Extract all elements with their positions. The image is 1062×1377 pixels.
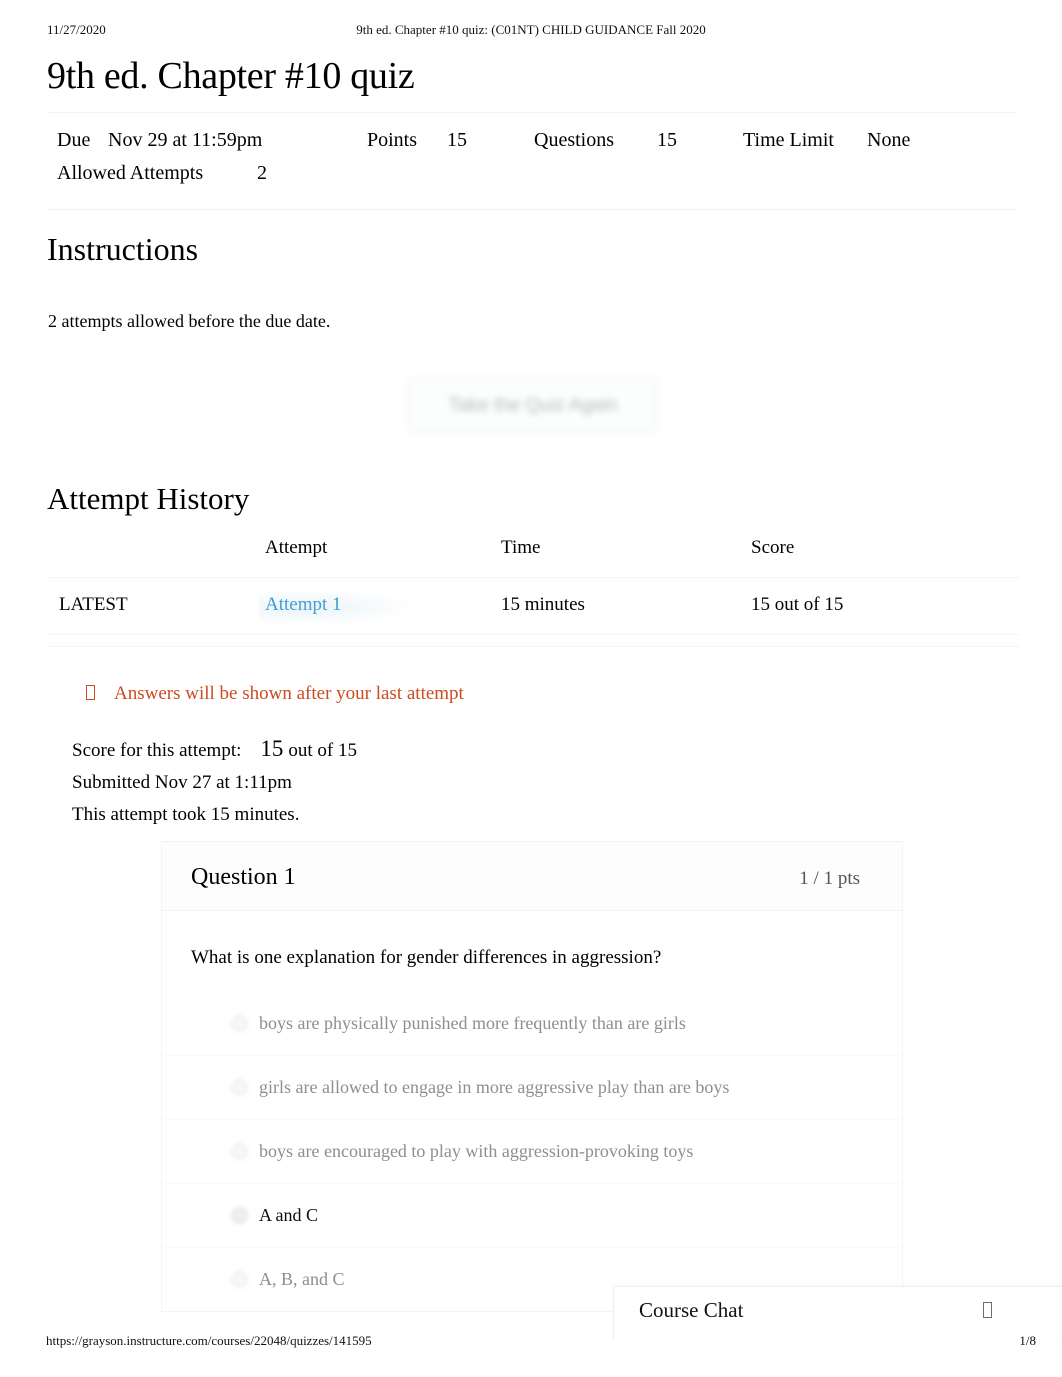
attempt-1-link[interactable]: Attempt 1 (265, 594, 342, 615)
question-body: What is one explanation for gender diffe… (162, 911, 902, 1311)
answer-list: boys are physically punished more freque… (162, 991, 902, 1311)
take-quiz-again-button-wrapper[interactable]: Take the Quiz Again (409, 378, 657, 433)
attempt-history-header-row: Attempt Time Score (47, 537, 1020, 578)
answer-option-1[interactable]: boys are physically punished more freque… (162, 991, 902, 1055)
allowed-attempts-label: Allowed Attempts (57, 162, 204, 184)
answer-option-3[interactable]: boys are encouraged to play with aggress… (162, 1119, 902, 1183)
page-title: 9th ed. Chapter #10 quiz (47, 55, 415, 97)
attempt-history-head: Attempt Time Score (47, 537, 1020, 578)
answer-option-label: girls are allowed to engage in more aggr… (259, 1077, 730, 1097)
footer-url: https://grayson.instructure.com/courses/… (46, 1333, 372, 1348)
expand-icon[interactable] (983, 1302, 992, 1318)
print-header: 11/27/2020 9th ed. Chapter #10 quiz: (C0… (0, 22, 1062, 42)
answers-notice: Answers will be shown after your last at… (86, 683, 464, 705)
radio-button-icon[interactable] (232, 1015, 247, 1031)
answer-option-2[interactable]: girls are allowed to engage in more aggr… (162, 1055, 902, 1119)
time-limit-value: None (867, 129, 911, 151)
attempt-history-heading: Attempt History (47, 481, 250, 516)
allowed-attempts-value: 2 (257, 162, 267, 184)
questions-label: Questions (534, 129, 614, 151)
answers-notice-text: Answers will be shown after your last at… (114, 683, 464, 704)
column-header-attempt: Attempt (265, 537, 328, 558)
question-card: Question 1 1 / 1 pts What is one explana… (161, 841, 903, 1312)
points-label: Points (367, 129, 418, 151)
attempt-summary: Score for this attempt: 15 out of 15 Submi… (72, 733, 357, 831)
answer-option-label: boys are physically punished more freque… (259, 1012, 686, 1033)
question-header: Question 1 1 / 1 pts (162, 842, 902, 911)
question-points: 1 / 1 pts (799, 868, 860, 889)
column-header-time: Time (501, 537, 541, 558)
submitted-line: Submitted Nov 27 at 1:11pm (72, 772, 292, 793)
radio-button-icon[interactable] (232, 1272, 247, 1287)
points-value: 15 (447, 129, 467, 151)
instructions-heading: Instructions (47, 231, 199, 267)
attempt-history-table-footer-rule (47, 617, 1020, 647)
answer-option-label: boys are encouraged to play with aggress… (259, 1141, 694, 1161)
question-number: Question 1 (191, 864, 296, 890)
score-value: 15 (260, 736, 284, 761)
radio-button-icon[interactable] (232, 1144, 247, 1159)
quiz-results-page: 11/27/2020 9th ed. Chapter #10 quiz: (C0… (0, 0, 1062, 1377)
due-value: Nov 29 at 11:59pm (108, 129, 263, 151)
course-chat-title: Course Chat (639, 1298, 744, 1322)
print-document-title: 9th ed. Chapter #10 quiz: (C01NT) CHILD … (356, 22, 706, 37)
score-line: Score for this attempt: 15 out of 15 (72, 733, 357, 767)
column-header-kept (47, 537, 265, 578)
questions-value: 15 (657, 129, 677, 151)
print-footer: https://grayson.instructure.com/courses/… (0, 1333, 1062, 1353)
score-out-of: out of 15 (288, 740, 357, 761)
course-chat-panel[interactable]: Course Chat (613, 1286, 1062, 1339)
question-text: What is one explanation for gender diffe… (191, 947, 662, 968)
time-limit-label: Time Limit (743, 129, 834, 151)
instructions-body: 2 attempts allowed before the due date. (48, 311, 331, 331)
radio-button-icon[interactable] (232, 1208, 247, 1223)
answer-option-4[interactable]: A and C (162, 1183, 902, 1247)
column-header-score: Score (751, 537, 795, 558)
quiz-details-row-2: Allowed Attempts 2 (47, 162, 1017, 195)
duration-line: This attempt took 15 minutes. (72, 804, 300, 825)
take-quiz-again-button[interactable]: Take the Quiz Again (409, 378, 657, 433)
quiz-details-row-1: Due Nov 29 at 11:59pm Points 15 Question… (47, 129, 1017, 162)
radio-button-icon[interactable] (232, 1080, 247, 1095)
warning-icon (86, 685, 95, 700)
score-label: Score for this attempt: (72, 740, 242, 761)
footer-page-number: 1/8 (1019, 1333, 1036, 1348)
due-label: Due (57, 129, 91, 151)
quiz-details: Due Nov 29 at 11:59pm Points 15 Question… (47, 112, 1017, 210)
answer-option-label: A, B, and C (259, 1269, 345, 1289)
